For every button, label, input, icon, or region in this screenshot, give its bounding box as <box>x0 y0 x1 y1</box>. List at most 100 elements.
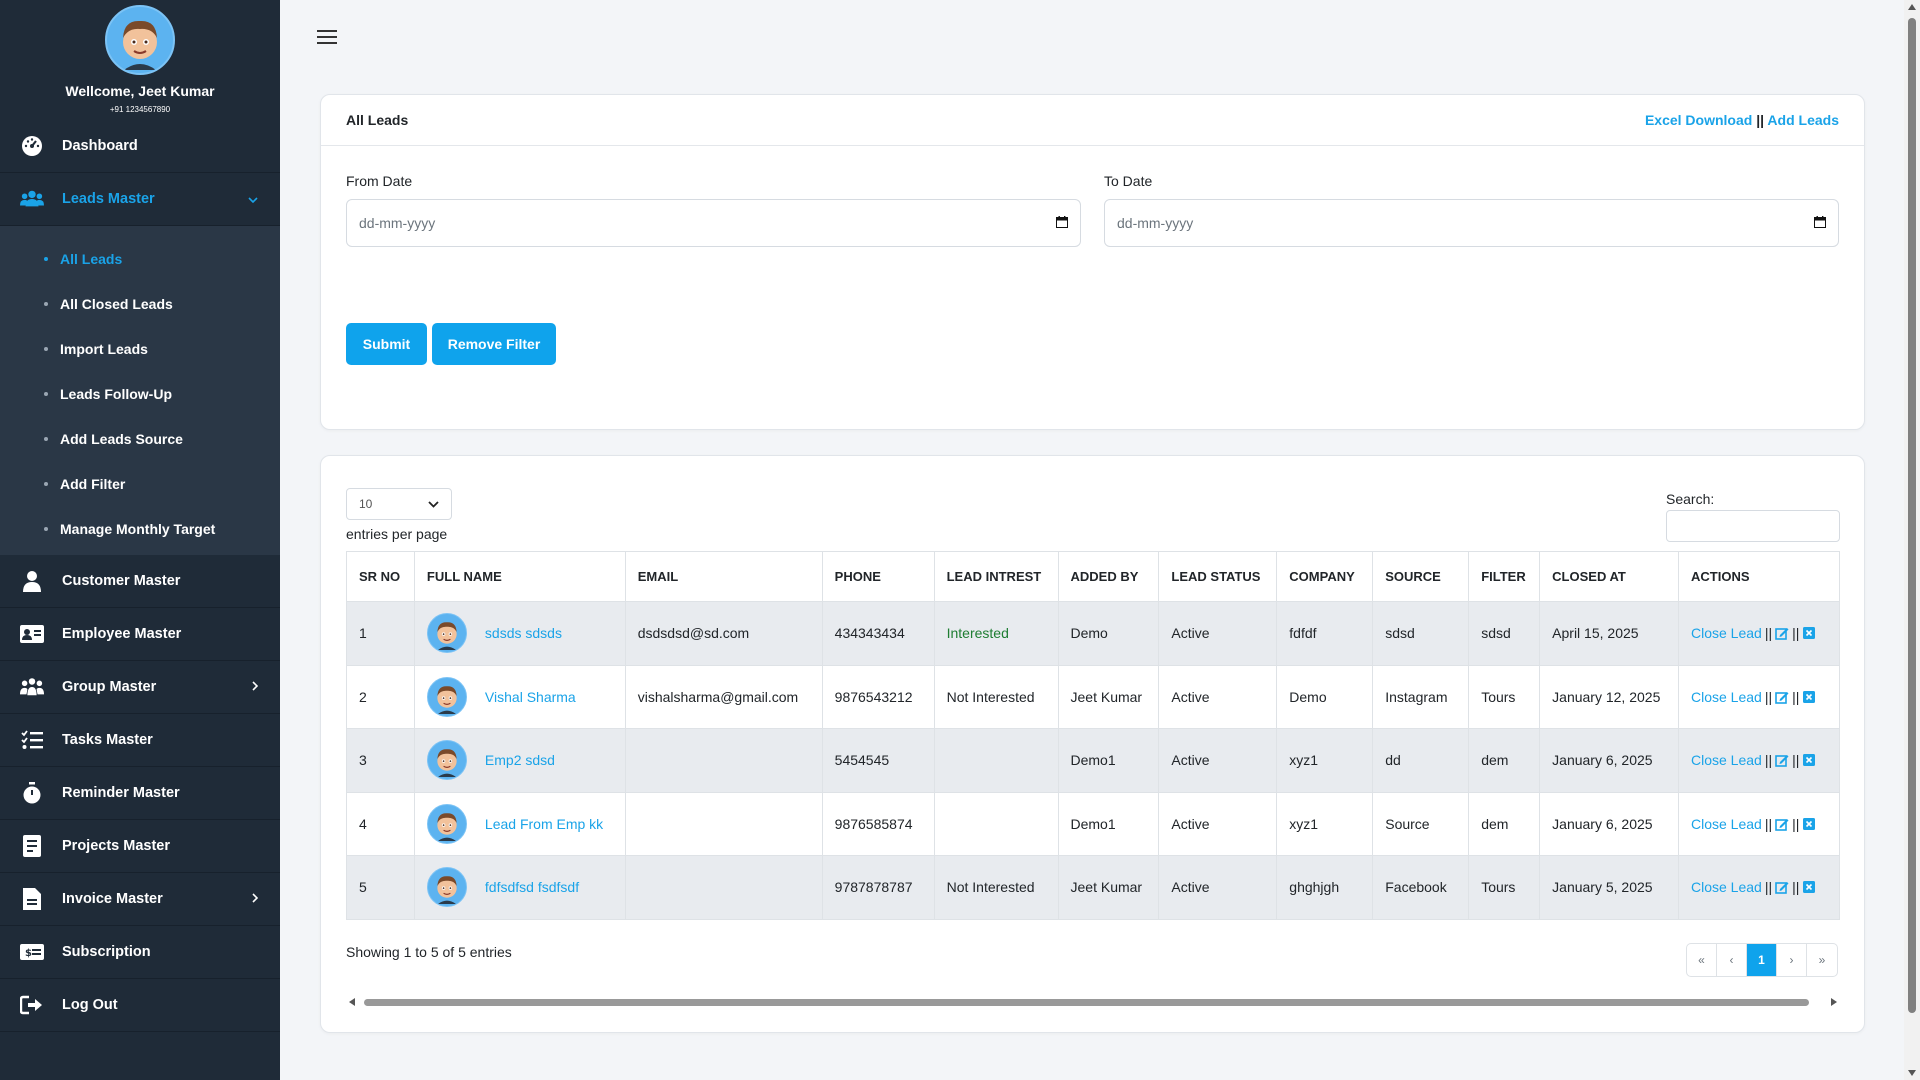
sidebar-item-employee-master[interactable]: Employee Master <box>0 608 280 661</box>
delete-icon[interactable] <box>1802 880 1816 894</box>
edit-icon[interactable] <box>1775 626 1789 641</box>
column-header[interactable]: SR NO <box>346 551 415 602</box>
delete-icon[interactable] <box>1802 626 1816 640</box>
sidebar-item-projects-master[interactable]: Projects Master <box>0 820 280 873</box>
vertical-scrollbar[interactable] <box>1904 0 1920 1080</box>
hamburger-menu-icon[interactable] <box>317 30 337 46</box>
cell-phone: 5454545 <box>821 728 935 793</box>
submenu-item-add-leads-source[interactable]: Add Leads Source <box>0 416 280 461</box>
pager-page-1[interactable]: 1 <box>1747 944 1777 976</box>
close-lead-link[interactable]: Close Lead <box>1691 816 1762 832</box>
to-date-input[interactable]: dd-mm-yyyy <box>1104 199 1839 247</box>
svg-text:$: $ <box>25 948 32 959</box>
excel-download-link[interactable]: Excel Download <box>1645 112 1752 128</box>
submenu-item-import-leads[interactable]: Import Leads <box>0 326 280 371</box>
pager-first[interactable]: « <box>1687 944 1717 976</box>
cell-lead-status: Active <box>1158 728 1278 793</box>
column-header[interactable]: FULL NAME <box>413 551 626 602</box>
delete-icon[interactable] <box>1802 690 1816 704</box>
close-lead-link[interactable]: Close Lead <box>1691 752 1762 768</box>
sidebar-item-dashboard[interactable]: Dashboard <box>0 120 280 173</box>
cell-closed-at: January 12, 2025 <box>1539 664 1679 729</box>
edit-icon[interactable] <box>1775 880 1789 895</box>
column-header[interactable]: LEAD INTREST <box>933 551 1059 602</box>
delete-icon[interactable] <box>1802 817 1816 831</box>
scroll-left-icon[interactable] <box>349 998 355 1006</box>
sidebar-item-log-out[interactable]: Log Out <box>0 979 280 1032</box>
column-header[interactable]: LEAD STATUS <box>1158 551 1278 602</box>
sidebar-item-label: Dashboard <box>62 138 138 154</box>
lead-name-link[interactable]: sdsds sdsds <box>485 625 562 641</box>
column-header[interactable]: FILTER <box>1468 551 1541 602</box>
sidebar-item-tasks-master[interactable]: Tasks Master <box>0 714 280 767</box>
remove-filter-button[interactable]: Remove Filter <box>432 323 556 365</box>
action-separator: || <box>1764 815 1773 832</box>
sidebar-item-leads-master[interactable]: Leads Master <box>0 173 280 226</box>
entries-per-page-select[interactable]: 10 <box>346 488 452 520</box>
lead-name-link[interactable]: Vishal Sharma <box>485 689 576 705</box>
scroll-up-icon[interactable] <box>1908 4 1916 10</box>
close-lead-link[interactable]: Close Lead <box>1691 625 1762 641</box>
scrollbar-thumb[interactable] <box>1908 18 1916 1013</box>
column-header[interactable]: PHONE <box>821 551 935 602</box>
lead-name-link[interactable]: Lead From Emp kk <box>485 816 603 832</box>
filter-card: All Leads Excel Download || Add Leads Fr… <box>320 94 1865 430</box>
cell-company: xyz1 <box>1276 728 1374 793</box>
submenu-item-all-closed-leads[interactable]: All Closed Leads <box>0 281 280 326</box>
column-header[interactable]: COMPANY <box>1276 551 1374 602</box>
horizontal-scrollbar[interactable] <box>346 996 1840 1008</box>
users-icon <box>20 187 44 211</box>
column-header[interactable]: EMAIL <box>624 551 823 602</box>
cell-sr-no: 2 <box>346 664 415 729</box>
cell-sr-no: 4 <box>346 791 415 856</box>
from-date-input[interactable]: dd-mm-yyyy <box>346 199 1081 247</box>
submenu-label: All Closed Leads <box>60 295 173 312</box>
separator: || <box>1756 112 1765 128</box>
sidebar-item-group-master[interactable]: Group Master <box>0 661 280 714</box>
lead-name-link[interactable]: Emp2 sdsd <box>485 752 555 768</box>
sidebar-item-subscription[interactable]: $ Subscription <box>0 926 280 979</box>
delete-icon[interactable] <box>1802 753 1816 767</box>
leads-submenu: All Leads All Closed Leads Import Leads … <box>0 226 280 555</box>
pager-last[interactable]: » <box>1807 944 1837 976</box>
calendar-icon[interactable] <box>1814 215 1826 231</box>
table-row: 5 fdfsdfsd fsdfsdf 9787878787 Not Intereste… <box>346 855 1840 920</box>
scroll-down-icon[interactable] <box>1908 1070 1916 1076</box>
sidebar-item-reminder-master[interactable]: Reminder Master <box>0 767 280 820</box>
calendar-icon[interactable] <box>1056 215 1068 231</box>
column-header[interactable]: CLOSED AT <box>1539 551 1679 602</box>
submit-button[interactable]: Submit <box>346 323 427 365</box>
cell-filter: Tours <box>1468 664 1541 729</box>
sidebar-item-label: Customer Master <box>62 573 181 589</box>
close-lead-link[interactable]: Close Lead <box>1691 879 1762 895</box>
search-input[interactable] <box>1666 510 1840 542</box>
from-date-placeholder: dd-mm-yyyy <box>359 215 436 231</box>
edit-icon[interactable] <box>1775 753 1789 768</box>
avatar <box>426 867 467 908</box>
pager-next[interactable]: › <box>1777 944 1807 976</box>
submenu-label: Import Leads <box>60 340 148 357</box>
edit-icon[interactable] <box>1775 817 1789 831</box>
cell-actions: Close Lead || || <box>1678 855 1840 920</box>
entries-value: 10 <box>359 497 373 511</box>
submenu-item-add-filter[interactable]: Add Filter <box>0 461 280 506</box>
submenu-item-manage-monthly-target[interactable]: Manage Monthly Target <box>0 506 280 551</box>
column-header[interactable]: ADDED BY <box>1057 551 1160 602</box>
cell-closed-at: January 6, 2025 <box>1539 791 1679 856</box>
column-header[interactable]: SOURCE <box>1372 551 1470 602</box>
lead-name-link[interactable]: fdfsdfsd fsdfsdf <box>485 879 579 895</box>
submenu-item-all-leads[interactable]: All Leads <box>0 236 280 281</box>
pager-prev[interactable]: ‹ <box>1717 944 1747 976</box>
add-leads-link[interactable]: Add Leads <box>1767 112 1839 128</box>
profile-block: Wellcome, Jeet Kumar +91 1234567890 <box>0 0 280 120</box>
leads-table: SR NO FULL NAME EMAIL PHONE LEAD INTREST ADDE… <box>346 551 1840 920</box>
column-header[interactable]: ACTIONS <box>1678 551 1840 602</box>
scrollbar-thumb[interactable] <box>364 999 1809 1006</box>
close-lead-link[interactable]: Close Lead <box>1691 689 1762 705</box>
sidebar-item-customer-master[interactable]: Customer Master <box>0 555 280 608</box>
edit-icon[interactable] <box>1775 690 1789 704</box>
sidebar-item-invoice-master[interactable]: Invoice Master <box>0 873 280 926</box>
scroll-right-icon[interactable] <box>1831 998 1837 1006</box>
submenu-item-leads-follow-up[interactable]: Leads Follow-Up <box>0 371 280 416</box>
cell-actions: Close Lead || || <box>1678 791 1840 856</box>
